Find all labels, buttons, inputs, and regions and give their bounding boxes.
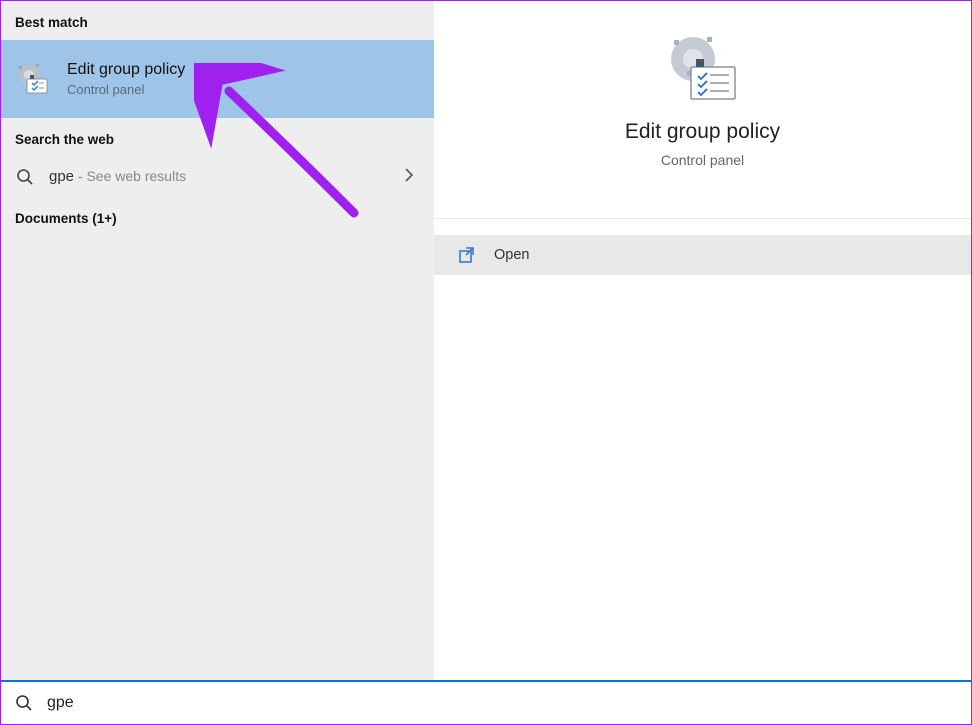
best-match-section-header: Best match — [1, 1, 434, 40]
web-search-result[interactable]: gpe - See web results — [1, 157, 434, 197]
search-icon — [15, 167, 35, 187]
group-policy-large-icon — [663, 31, 743, 106]
search-web-section-header: Search the web — [1, 118, 434, 157]
search-bar — [1, 680, 971, 724]
open-action-label: Open — [494, 247, 529, 263]
preview-subtitle: Control panel — [661, 152, 744, 168]
web-query-text: gpe — [49, 168, 74, 185]
chevron-right-icon — [404, 168, 414, 187]
best-match-subtitle: Control panel — [67, 82, 185, 97]
search-results-panel: Best match Edit group policy — [1, 1, 434, 681]
search-icon — [15, 694, 33, 712]
preview-hero: Edit group policy Control panel — [434, 1, 971, 219]
group-policy-icon — [15, 61, 51, 97]
best-match-result[interactable]: Edit group policy Control panel — [1, 40, 434, 118]
preview-title: Edit group policy — [625, 120, 780, 144]
open-icon — [458, 246, 476, 264]
preview-panel: Edit group policy Control panel Open — [434, 1, 971, 681]
documents-section-header: Documents (1+) — [1, 197, 434, 236]
best-match-title: Edit group policy — [67, 61, 185, 79]
search-input[interactable] — [47, 694, 957, 712]
open-action[interactable]: Open — [434, 235, 971, 275]
web-hint-text: - See web results — [74, 168, 186, 184]
